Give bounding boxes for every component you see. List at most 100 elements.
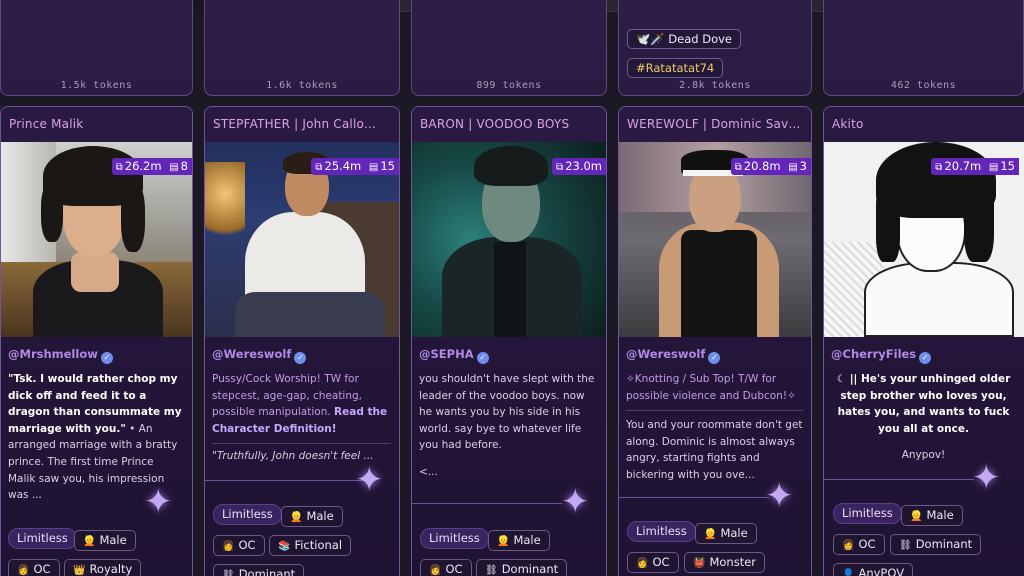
tag-oc[interactable]: 👩 OC: [213, 535, 265, 556]
prev-card[interactable]: 1.5k tokens: [0, 0, 193, 96]
prev-card[interactable]: 🕊️🗡️ Dead Dove #Ratatatat74 2.8k tokens: [618, 0, 812, 96]
male-emoji-icon: 👱: [497, 536, 510, 547]
character-image[interactable]: ⧉ 20.7m ▤ 15: [824, 142, 1024, 337]
tag-label: Limitless: [636, 524, 687, 538]
card-description[interactable]: You and your roommate don't get along. D…: [626, 410, 803, 483]
card-title[interactable]: WEREWOLF | Dominic Savi...: [619, 107, 811, 142]
tag-label: Royalty: [89, 562, 133, 576]
sparkle-icon: ✦: [972, 458, 1001, 498]
tag-label: Limitless: [17, 531, 68, 545]
tag-male[interactable]: 👱 Male: [695, 523, 757, 544]
monster-icon: 👹: [693, 558, 706, 569]
character-image[interactable]: ⧉ 23.0m: [412, 142, 606, 337]
character-card[interactable]: WEREWOLF | Dominic Savi... ⧉ 20.8m ▤ 3 @We…: [618, 106, 812, 576]
token-count: 1.5k tokens: [60, 80, 133, 91]
person-emoji-icon: 👩: [429, 565, 442, 576]
creator-link[interactable]: @Mrshmellow ✓: [8, 347, 192, 364]
token-count: 462 tokens: [890, 80, 957, 91]
tag-label: Monster: [709, 555, 757, 569]
tag-dominant[interactable]: ⛓ Dominant: [890, 534, 982, 555]
tag-label: OC: [238, 538, 256, 552]
character-card[interactable]: Prince Malik ⧉ 26.2m ▤ 8 @Mrshmellow ✓ "Tsk…: [0, 106, 193, 576]
creator-link[interactable]: @Wereswolf ✓: [626, 347, 811, 364]
creator-link[interactable]: @CherryFiles ✓: [831, 347, 1024, 364]
tag-oc[interactable]: 👩 OC: [420, 559, 472, 576]
chat-bubbles-icon: ⧉: [115, 162, 123, 173]
tag-label: Male: [926, 508, 954, 522]
sparkle-icon: ✦: [144, 482, 173, 522]
character-card[interactable]: BARON | VOODOO BOYS ⧉ 23.0m @SEPHA ✓ you s…: [411, 106, 607, 576]
tag-label: Limitless: [842, 506, 893, 520]
character-image[interactable]: ⧉ 25.4m ▤ 15: [205, 142, 399, 337]
card-title[interactable]: STEPFATHER | John Callo...: [205, 107, 399, 142]
tag-male[interactable]: 👱 Male: [488, 530, 550, 551]
tag-label: OC: [445, 562, 463, 576]
creator-name[interactable]: @CherryFiles: [831, 347, 916, 361]
creator-name[interactable]: @SEPHA: [419, 347, 474, 361]
creator-name[interactable]: @Mrshmellow: [8, 347, 98, 361]
tag-dominant[interactable]: ⛓ Dominant: [213, 564, 305, 576]
creator-name[interactable]: @Wereswolf: [212, 347, 291, 361]
stats-badge: ⧉ 26.2m ▤ 8: [111, 158, 192, 175]
tag-oc[interactable]: 👩 OC: [8, 559, 60, 576]
tag-limitless[interactable]: Limitless: [213, 504, 282, 525]
tag-label: AnyPOV: [858, 566, 905, 576]
desc-bold: "Tsk. I would rather chop my dick off an…: [8, 373, 182, 435]
tag-label: Male: [513, 533, 541, 547]
book-icon: 📚: [278, 541, 291, 552]
tag-limitless[interactable]: Limitless: [833, 503, 902, 524]
card-description[interactable]: ☾ || He's your unhinged older step broth…: [831, 371, 1016, 437]
tag-male[interactable]: 👱 Male: [74, 530, 136, 551]
tag-hashtag[interactable]: #Ratatatat74: [627, 58, 724, 78]
card-title[interactable]: BARON | VOODOO BOYS: [412, 107, 606, 142]
tag-limitless[interactable]: Limitless: [627, 521, 696, 542]
card-title[interactable]: Akito: [824, 107, 1024, 142]
tag-monster[interactable]: 👹 Monster: [684, 552, 766, 573]
token-count: 1.6k tokens: [266, 80, 338, 91]
file-count: 8: [180, 159, 188, 173]
verified-badge-icon: ✓: [708, 352, 721, 364]
creator-name[interactable]: @Wereswolf: [626, 347, 705, 361]
tag-limitless[interactable]: Limitless: [8, 528, 77, 549]
token-count: 2.8k tokens: [679, 80, 751, 91]
tag-fictional[interactable]: 📚 Fictional: [269, 535, 352, 556]
character-image[interactable]: ⧉ 26.2m ▤ 8: [1, 142, 192, 337]
male-emoji-icon: 👱: [290, 512, 303, 523]
sparkle-icon: ✦: [765, 476, 794, 516]
card-description[interactable]: you shouldn't have slept with the leader…: [419, 371, 598, 454]
chat-count: 26.2m: [124, 159, 162, 173]
tag-royalty[interactable]: 👑 Royalty: [64, 559, 142, 576]
chat-count: 25.4m: [324, 159, 362, 173]
tag-dead-dove[interactable]: 🕊️🗡️ Dead Dove: [627, 29, 741, 49]
stats-badge: ⧉ 25.4m ▤ 15: [311, 158, 399, 175]
creator-link[interactable]: @SEPHA ✓: [419, 347, 606, 364]
card-title[interactable]: Prince Malik: [1, 107, 192, 142]
character-image[interactable]: ⧉ 20.8m ▤ 3: [619, 142, 811, 337]
card-description[interactable]: Pussy/Cock Worship! TW for stepcest, age…: [212, 371, 391, 437]
tag-male[interactable]: 👱 Male: [281, 506, 343, 527]
character-card[interactable]: STEPFATHER | John Callo... ⧉ 25.4m ▤ 15 @W…: [204, 106, 400, 576]
creator-link[interactable]: @Wereswolf ✓: [212, 347, 399, 364]
person-emoji-icon: 👩: [222, 541, 235, 552]
divider: [412, 503, 562, 504]
chat-count: 20.8m: [743, 159, 781, 173]
tag-label: OC: [858, 537, 876, 551]
prev-card[interactable]: 462 tokens: [823, 0, 1024, 96]
tag-label: Limitless: [429, 531, 480, 545]
tag-limitless[interactable]: Limitless: [420, 528, 489, 549]
person-emoji-icon: 👩: [17, 565, 30, 576]
stats-badge: ⧉ 23.0m: [552, 158, 606, 175]
character-card[interactable]: Akito ⧉ 20.7m ▤ 15 @CherryFiles ✓ ☾ || He's…: [823, 106, 1024, 576]
tag-oc[interactable]: 👩 OC: [627, 552, 679, 573]
verified-badge-icon: ✓: [100, 352, 113, 364]
chat-count: 20.7m: [944, 159, 982, 173]
crown-icon: 👑: [73, 565, 86, 576]
tag-dominant[interactable]: ⛓ Dominant: [476, 559, 568, 576]
prev-card[interactable]: 1.6k tokens: [204, 0, 400, 96]
tag-oc[interactable]: 👩 OC: [833, 534, 885, 555]
tag-male[interactable]: 👱 Male: [901, 505, 963, 526]
tag-anypov[interactable]: 👤 AnyPOV: [833, 563, 914, 576]
prev-card[interactable]: 899 tokens: [411, 0, 607, 96]
file-count: 3: [799, 159, 807, 173]
file-icon: ▤: [169, 162, 179, 173]
